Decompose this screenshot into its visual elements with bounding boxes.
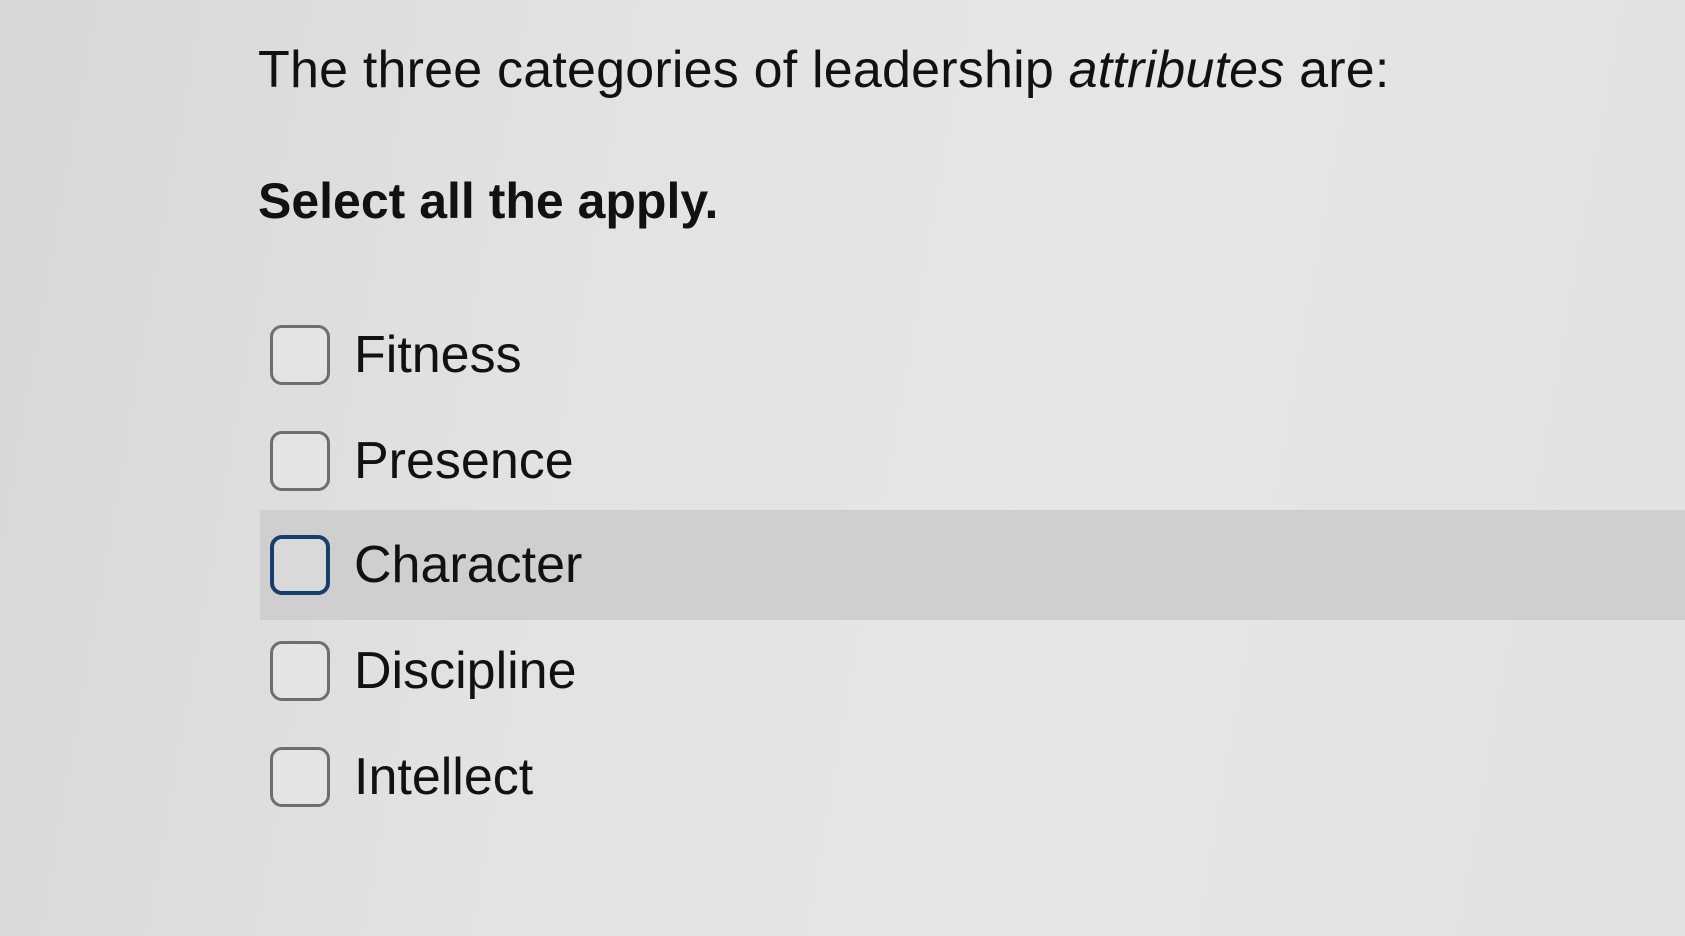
question-screen: The three categories of leadership attri… [0, 0, 1685, 936]
checkbox[interactable] [270, 641, 330, 701]
option-fitness[interactable]: Fitness [260, 300, 1685, 410]
question-suffix: are: [1284, 41, 1390, 99]
instruction-text: Select all the apply. [258, 173, 719, 229]
option-label: Intellect [354, 748, 534, 806]
option-character[interactable]: Character [260, 510, 1685, 620]
question-prefix: The three categories of leadership [258, 41, 1069, 99]
option-label: Presence [354, 432, 574, 490]
checkbox[interactable] [270, 747, 330, 807]
checkbox[interactable] [270, 325, 330, 385]
option-label: Character [354, 536, 583, 594]
option-label: Discipline [354, 642, 577, 700]
checkbox[interactable] [270, 535, 330, 595]
question-emphasis: attributes [1068, 41, 1285, 99]
option-intellect[interactable]: Intellect [260, 722, 1685, 832]
option-presence[interactable]: Presence [260, 406, 1685, 516]
option-label: Fitness [354, 326, 522, 384]
checkbox[interactable] [270, 431, 330, 491]
option-discipline[interactable]: Discipline [260, 616, 1685, 726]
question-text: The three categories of leadership attri… [258, 38, 1390, 102]
